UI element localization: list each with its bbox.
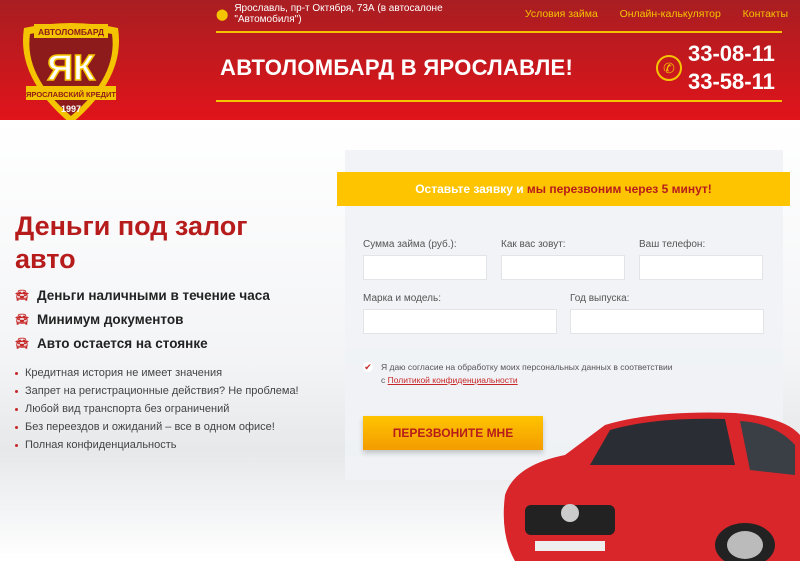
amount-input[interactable] [363, 255, 487, 280]
bullet-item: Любой вид транспорта без ограничений [15, 400, 299, 418]
phone-input[interactable] [639, 255, 763, 280]
bullet-item: Запрет на регистрационные действия? Не п… [15, 382, 299, 400]
bullet-item: Полная конфиденциальность [15, 436, 299, 454]
logo-year: 1997 [61, 104, 81, 114]
amount-label: Сумма займа (руб.): [363, 239, 457, 250]
phone-2[interactable]: 33-58-11 [688, 68, 775, 96]
name-input[interactable] [501, 255, 625, 280]
car-image [503, 412, 800, 561]
divider [216, 100, 782, 102]
feature-item: 🚘︎ Деньги наличными в течение часа [15, 287, 270, 303]
name-label: Как вас зовут: [501, 239, 566, 250]
phone-icon: ✆ [656, 55, 682, 81]
phone-label: Ваш телефон: [639, 239, 706, 250]
logo-letters: ЯК [47, 47, 96, 88]
phone-1[interactable]: 33-08-11 [688, 40, 775, 68]
model-input[interactable] [363, 309, 557, 334]
logo[interactable]: АВТОЛОМБАРД ЯК ЯРОСЛАВСКИЙ КРЕДИТ 1997 [14, 18, 128, 126]
bullet-item: Кредитная история не имеет значения [15, 364, 299, 382]
consent-text: Я даю согласие на обработку моих персона… [381, 362, 673, 372]
header-title: АВТОЛОМБАРД В ЯРОСЛАВЛЕ! [220, 55, 574, 80]
privacy-policy-link[interactable]: Политикой конфиденциальности [388, 375, 518, 385]
year-input[interactable] [570, 309, 764, 334]
model-label: Марка и модель: [363, 293, 441, 304]
location-pin-icon: ⬤ [216, 8, 229, 21]
logo-top-text: АВТОЛОМБАРД [38, 27, 104, 37]
feature-item: 🚘︎ Минимум документов [15, 311, 184, 327]
logo-bottom-text: ЯРОСЛАВСКИЙ КРЕДИТ [26, 90, 116, 99]
year-label: Год выпуска: [570, 293, 630, 304]
bullet-item: Без переездов и ожиданий – все в одном о… [15, 418, 299, 436]
nav-calculator[interactable]: Онлайн-калькулятор [620, 8, 721, 20]
hero-title: Деньги под залог авто [15, 211, 248, 274]
car-icon: 🚘︎ [15, 313, 29, 326]
nav-loan-terms[interactable]: Условия займа [525, 8, 598, 20]
address: Ярославль, пр-т Октября, 73А (в автосало… [234, 3, 443, 25]
consent-checkbox[interactable]: ✔ [363, 362, 373, 372]
nav-contacts[interactable]: Контакты [743, 8, 788, 20]
divider [216, 31, 782, 33]
header: АВТОЛОМБАРД ЯК ЯРОСЛАВСКИЙ КРЕДИТ 1997 ⬤… [0, 0, 800, 124]
car-icon: 🚘︎ [15, 337, 29, 350]
form-ribbon: Оставьте заявку и мы перезвоним через 5 … [337, 172, 790, 206]
feature-item: 🚘︎ Авто остается на стоянке [15, 335, 208, 351]
car-icon: 🚘︎ [15, 289, 29, 302]
